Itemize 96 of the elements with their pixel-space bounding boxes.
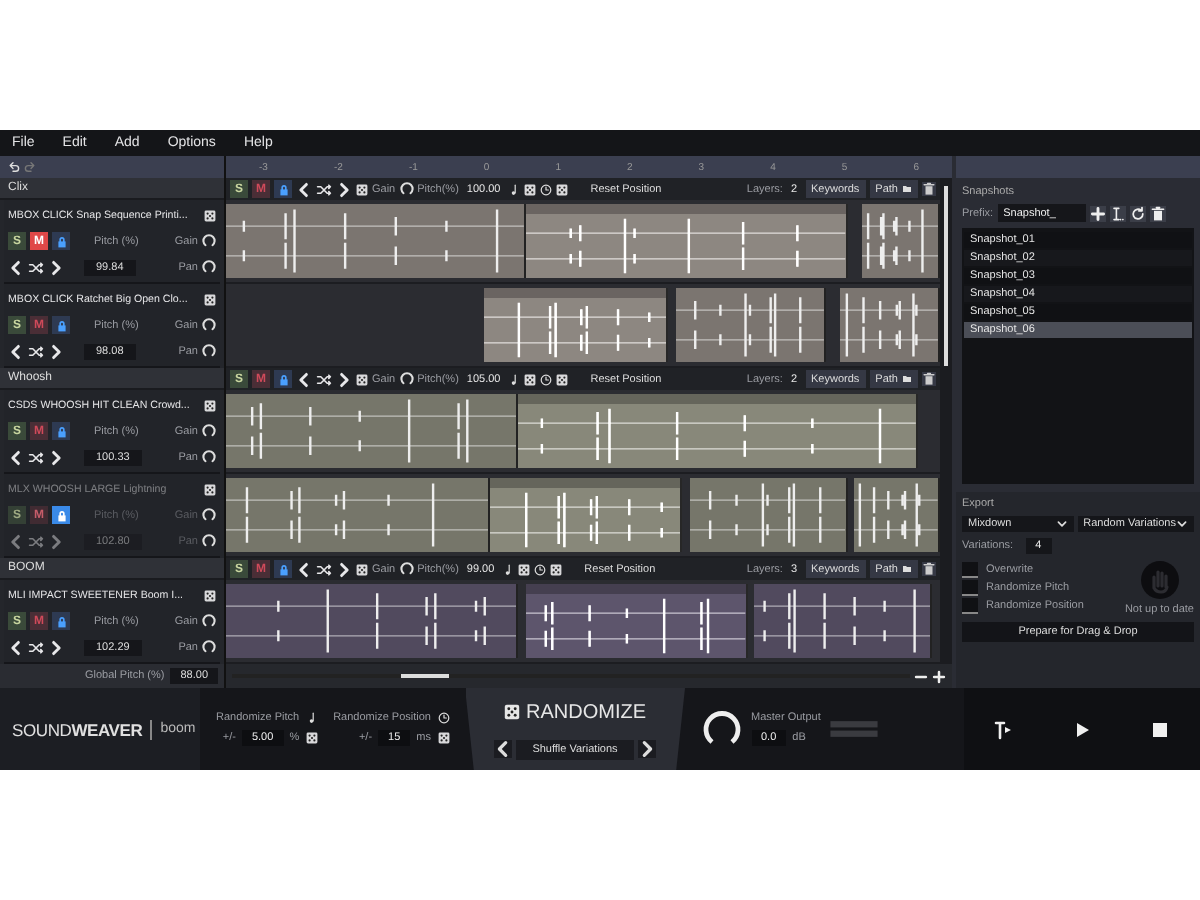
clock-icon [540, 183, 553, 195]
clock-icon [540, 373, 553, 385]
lock-button[interactable] [52, 316, 70, 334]
caret-icon [1055, 518, 1068, 530]
pan-knob[interactable] [202, 640, 216, 654]
previous-icon[interactable] [296, 561, 312, 577]
clock-icon [534, 563, 547, 575]
lock-button[interactable] [52, 612, 70, 630]
checkbox[interactable] [962, 562, 978, 578]
previous-icon[interactable] [8, 343, 24, 359]
waveform-drawing [840, 288, 938, 362]
gain-knob[interactable] [202, 424, 216, 438]
dice-icon[interactable] [356, 183, 368, 195]
stop-icon[interactable] [1150, 719, 1171, 739]
gain-knob[interactable] [202, 234, 216, 248]
waveform-drawing [861, 204, 938, 278]
next-icon[interactable] [336, 371, 352, 387]
caret-icon [1176, 518, 1188, 530]
gain-knob[interactable] [399, 372, 414, 386]
lock-button[interactable] [274, 560, 292, 578]
pan-knob[interactable] [202, 260, 216, 274]
randomize-button[interactable]: RANDOMIZE [492, 699, 658, 725]
gain-knob[interactable] [202, 614, 216, 628]
previous-icon[interactable] [296, 181, 312, 197]
trash-icon[interactable] [1149, 205, 1166, 221]
gain-knob[interactable] [202, 318, 216, 332]
product-logo: SOUNDWEAVER [12, 719, 143, 739]
clock-icon [437, 712, 449, 724]
next-icon[interactable] [48, 343, 64, 359]
checkbox[interactable] [962, 598, 978, 614]
trash-icon[interactable] [922, 562, 936, 576]
vertical-scrollbar[interactable] [940, 178, 952, 664]
pan-knob[interactable] [202, 344, 216, 358]
dice-icon[interactable] [556, 373, 569, 385]
previous-icon[interactable] [296, 371, 312, 387]
waveform-drawing [854, 478, 938, 552]
previous-icon[interactable] [8, 449, 24, 465]
dice-icon[interactable] [204, 399, 216, 411]
next-icon[interactable] [48, 259, 64, 275]
trash-icon[interactable] [922, 372, 936, 386]
lock-button[interactable] [274, 180, 292, 198]
lock-button[interactable] [52, 422, 70, 440]
note-icon [305, 712, 318, 724]
audio-clip[interactable] [840, 288, 940, 362]
next-icon[interactable] [336, 561, 352, 577]
next-icon[interactable] [48, 639, 64, 655]
shuffle-icon[interactable] [28, 639, 44, 655]
note-icon [508, 373, 521, 385]
refresh-icon[interactable] [1129, 205, 1146, 221]
dice-icon[interactable] [518, 563, 531, 575]
previous-icon[interactable] [8, 639, 24, 655]
lock-button[interactable] [274, 370, 292, 388]
note-icon [508, 183, 521, 195]
audio-clip[interactable] [861, 204, 940, 278]
dice-icon[interactable] [204, 293, 216, 305]
zoom-in-icon[interactable] [932, 669, 946, 683]
note-icon [502, 563, 515, 575]
level-meter-drawing [830, 718, 879, 740]
dice-icon[interactable] [550, 563, 563, 575]
trash-icon[interactable] [922, 182, 936, 196]
dice-icon[interactable] [305, 732, 318, 744]
pan-knob[interactable] [202, 450, 216, 464]
dice-icon[interactable] [204, 589, 216, 601]
rename-icon[interactable] [1109, 205, 1126, 221]
dice-icon[interactable] [437, 732, 449, 744]
folder-icon [902, 564, 912, 574]
add-icon[interactable] [1089, 205, 1106, 221]
checkbox[interactable] [962, 580, 978, 596]
shuffle-icon[interactable] [28, 449, 44, 465]
play-icon[interactable] [1071, 719, 1092, 739]
folder-icon [902, 374, 912, 384]
shuffle-icon[interactable] [28, 259, 44, 275]
shuffle-icon[interactable] [316, 371, 332, 387]
gain-knob[interactable] [399, 562, 414, 576]
next-icon[interactable] [48, 449, 64, 465]
shuffle-icon[interactable] [316, 561, 332, 577]
gain-knob[interactable] [399, 182, 414, 196]
dice-icon[interactable] [524, 183, 537, 195]
audio-clip[interactable] [854, 478, 940, 552]
dice-icon [504, 704, 520, 720]
master-knob[interactable] [701, 709, 741, 749]
shuffle-icon[interactable] [28, 343, 44, 359]
shuffle-icon[interactable] [316, 181, 332, 197]
previous-icon[interactable] [494, 740, 513, 758]
dice-icon[interactable] [556, 183, 569, 195]
lock-button[interactable] [52, 232, 70, 250]
previous-icon[interactable] [8, 259, 24, 275]
dice-icon[interactable] [204, 209, 216, 221]
folder-icon [902, 184, 912, 194]
next-icon[interactable] [336, 181, 352, 197]
dice-icon[interactable] [356, 373, 368, 385]
dice-icon[interactable] [524, 373, 537, 385]
dice-icon[interactable] [356, 563, 368, 575]
next-icon[interactable] [637, 740, 656, 758]
insert-marker-icon[interactable] [993, 719, 1014, 739]
undo-icon[interactable] [6, 160, 20, 174]
